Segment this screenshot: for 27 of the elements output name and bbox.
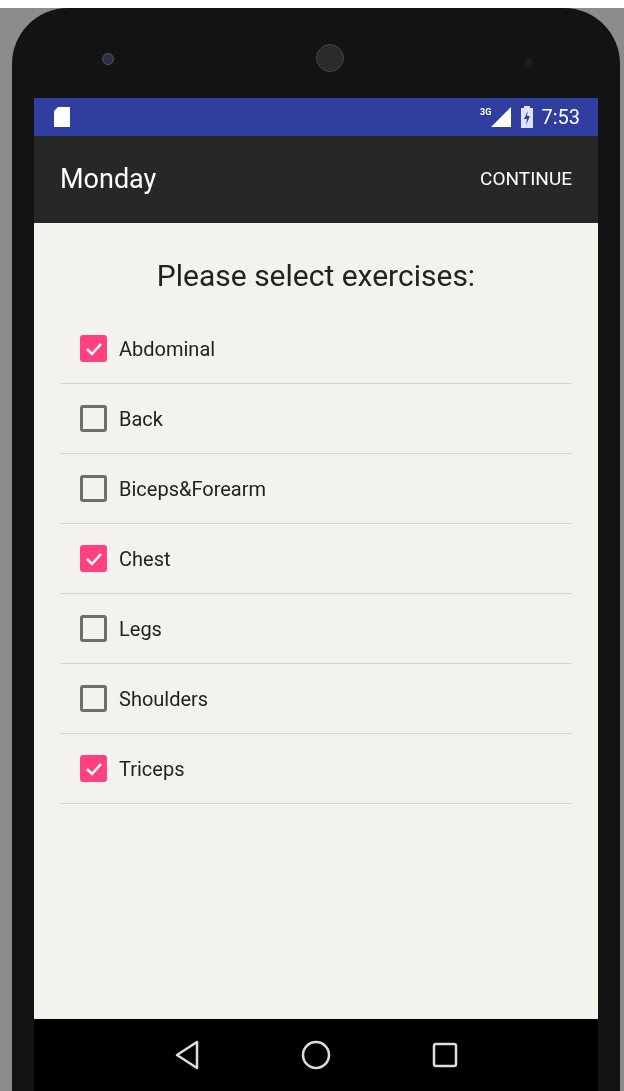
home-icon[interactable] (301, 1040, 331, 1070)
unchecked-box-icon (80, 475, 107, 502)
app-title: Monday (60, 162, 157, 198)
sd-card-icon (52, 106, 72, 128)
exercise-checkbox[interactable]: Shoulders (80, 683, 209, 714)
exercise-checkbox[interactable]: Back (80, 403, 163, 434)
checked-box-icon (80, 335, 107, 362)
checked-box-icon (80, 755, 107, 782)
exercise-checkbox[interactable]: Abdominal (80, 333, 216, 364)
unchecked-box-icon (80, 405, 107, 432)
checked-box-icon (80, 545, 107, 572)
battery-icon (521, 106, 534, 128)
speaker-icon (316, 44, 344, 72)
exercise-checkbox[interactable]: Chest (80, 543, 171, 574)
recent-apps-icon[interactable] (431, 1042, 458, 1068)
unchecked-box-icon (80, 615, 107, 642)
network-label: 3G (480, 106, 492, 119)
unchecked-box-icon (80, 685, 107, 712)
exercise-checkbox[interactable]: Triceps (80, 753, 185, 784)
back-icon[interactable] (174, 1040, 201, 1070)
clock: 7:53 (541, 104, 580, 131)
camera-icon (102, 53, 114, 65)
continue-button[interactable]: CONTINUE (480, 165, 572, 194)
signal-icon (491, 107, 512, 127)
heading: Please select exercises: (156, 257, 476, 295)
exercise-checkbox[interactable]: Biceps&Forearm (80, 473, 267, 504)
exercise-checkbox[interactable]: Legs (80, 613, 162, 644)
